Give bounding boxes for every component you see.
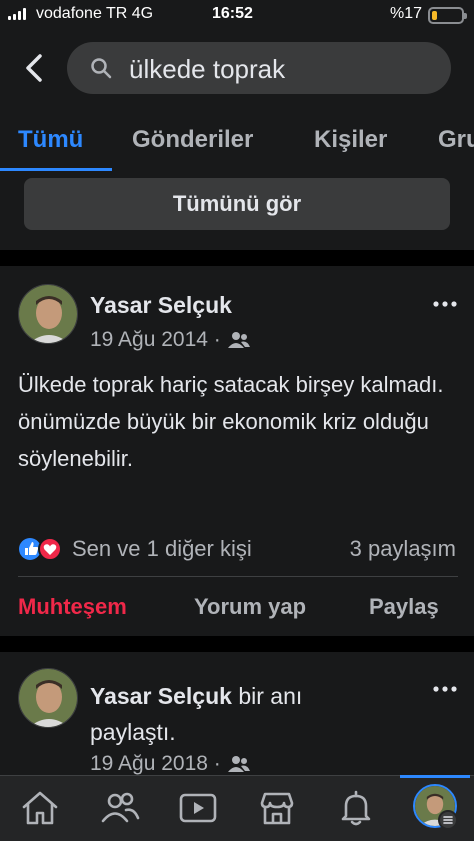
active-nav-indicator (400, 775, 470, 778)
post-date: 19 Ağu 2018 · (90, 752, 221, 775)
separator (18, 576, 458, 577)
post-author[interactable]: Yasar Selçuk (90, 292, 232, 319)
search-query: ülkede toprak (129, 54, 286, 84)
reactions-count: Sen ve 1 diğer kişi (72, 536, 252, 561)
react-button[interactable]: Muhteşem (18, 594, 127, 620)
like-reaction-icon (19, 538, 41, 560)
comment-button[interactable]: Yorum yap (194, 594, 306, 620)
friends-icon[interactable] (98, 786, 142, 830)
post-text: Ülkede toprak hariç satacak birşey kalma… (18, 372, 444, 471)
share-button[interactable]: Paylaş (369, 594, 439, 620)
avatar[interactable] (18, 284, 78, 344)
search-input[interactable]: ülkede toprak (67, 42, 451, 94)
tab-groups[interactable]: Gru (438, 126, 474, 154)
clock: 16:52 (212, 5, 253, 22)
status-bar: vodafone TR 4G 16:52 %17 (0, 0, 474, 30)
carrier-label: vodafone TR 4G (36, 5, 154, 22)
bottom-nav (0, 775, 474, 841)
avatar[interactable] (18, 668, 78, 728)
love-reaction-icon (38, 537, 62, 561)
friends-icon (227, 756, 250, 772)
section-divider (0, 250, 474, 266)
back-icon[interactable] (20, 50, 50, 86)
tab-people[interactable]: Kişiler (314, 126, 387, 154)
active-tab-indicator (0, 168, 112, 171)
reactions-row[interactable]: Sen ve 1 diğer kişi 3 paylaşım (18, 532, 458, 564)
post-author[interactable]: Yasar Selçuk (90, 683, 232, 709)
watch-icon[interactable] (176, 786, 220, 830)
see-all-button[interactable]: Tümünü gör (24, 178, 450, 230)
section-divider (0, 636, 474, 652)
tab-posts[interactable]: Gönderiler (132, 126, 253, 154)
share-count[interactable]: 3 paylaşım (350, 536, 456, 562)
friends-icon (227, 332, 250, 348)
search-header: ülkede toprak (0, 42, 474, 94)
post-actions: Muhteşem Yorum yap Paylaş (0, 590, 474, 630)
menu-icon[interactable] (438, 810, 458, 830)
search-tabs: Tümü Gönderiler Kişiler Gru (0, 112, 474, 172)
post-action-text: bir anı (238, 683, 303, 709)
search-icon (89, 56, 113, 80)
post-date: 19 Ağu 2014 · (90, 328, 221, 351)
more-options-icon[interactable] (432, 680, 458, 692)
more-options-icon[interactable] (432, 295, 458, 307)
tab-all[interactable]: Tümü (18, 126, 83, 154)
home-icon[interactable] (18, 786, 62, 830)
signal-icon (8, 8, 26, 20)
notifications-icon[interactable] (334, 786, 378, 830)
battery-icon (428, 7, 467, 24)
post-action-text: paylaştı. (90, 719, 176, 745)
battery-percent: %17 (390, 5, 423, 22)
marketplace-icon[interactable] (255, 786, 299, 830)
